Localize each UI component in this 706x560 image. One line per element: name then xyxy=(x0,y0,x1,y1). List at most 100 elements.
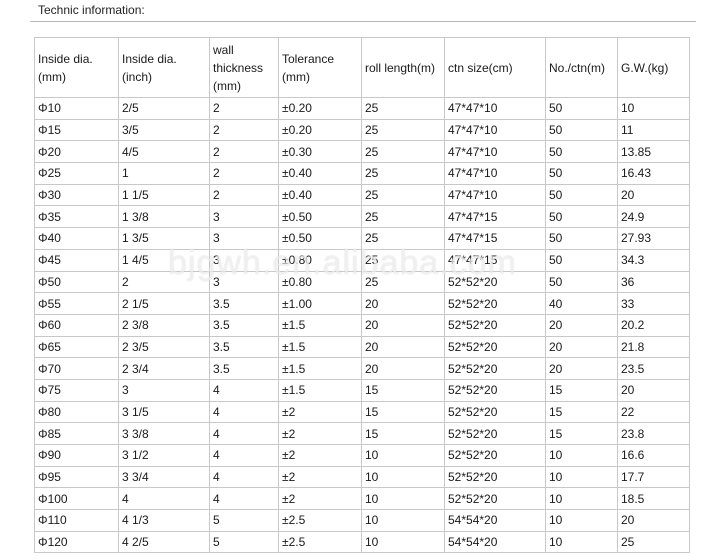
table-row: Φ55 2 1/5 3.5 ±1.00 20 52*52*20 40 33 xyxy=(34,292,690,315)
table-cell: ±2 xyxy=(278,444,362,467)
table-cell: ±0.20 xyxy=(278,118,362,142)
table-cell: 24.9 xyxy=(617,205,690,229)
table-cell: 47*47*10 xyxy=(444,118,546,142)
table-cell: ±0.50 xyxy=(278,227,362,250)
table-cell: 23.5 xyxy=(617,357,690,380)
table-row: Φ65 2 3/5 3.5 ±1.5 20 52*52*20 20 21.8 xyxy=(34,335,690,359)
table-cell: 50 xyxy=(545,140,618,164)
table-cell: 2 xyxy=(209,118,279,142)
table-cell: Φ100 xyxy=(34,487,119,511)
table-cell: Φ75 xyxy=(34,378,119,402)
column-header: wall thickness (mm) xyxy=(209,37,279,98)
table-cell: 25 xyxy=(361,248,445,272)
table-row: Φ30 1 1/5 2 ±0.40 25 47*47*10 50 20 xyxy=(34,183,690,207)
table-cell: 23.8 xyxy=(617,422,690,445)
column-header: Inside dia. (mm) xyxy=(34,37,119,98)
table-row: Φ20 4/5 2 ±0.30 25 47*47*10 50 13.85 xyxy=(34,140,690,164)
table-cell: ±0.40 xyxy=(278,183,362,207)
column-header: ctn size(cm) xyxy=(444,37,546,98)
table-row: Φ50 2 3 ±0.80 25 52*52*20 50 36 xyxy=(34,270,690,294)
table-cell: 3.5 xyxy=(209,335,279,359)
table-cell: 15 xyxy=(361,378,445,402)
table-cell: ±2 xyxy=(278,400,362,424)
table-cell: Φ70 xyxy=(34,357,119,380)
table-cell: 47*47*15 xyxy=(444,227,546,250)
table-body: Inside dia. (mm) Inside dia.(inch) wall thic… xyxy=(34,37,690,554)
table-cell: 20 xyxy=(617,509,690,532)
table-row: Φ45 1 4/5 3 ±0.80 25 47*47*15 50 34.3 xyxy=(34,248,690,272)
table-cell: 4 xyxy=(118,487,210,511)
column-header: G.W.(kg) xyxy=(617,37,690,98)
table-cell: 25 xyxy=(361,162,445,185)
table-cell: Φ60 xyxy=(34,313,119,337)
table-cell: 25 xyxy=(361,118,445,142)
table-row: Φ35 1 3/8 3 ±0.50 25 47*47*15 50 24.9 xyxy=(34,205,690,229)
table-cell: 50 xyxy=(545,227,618,250)
table-cell: 52*52*20 xyxy=(444,313,546,337)
table-cell: 2 3/8 xyxy=(118,313,210,337)
table-cell: 20.2 xyxy=(617,313,690,337)
table-cell: 34.3 xyxy=(617,248,690,272)
table-cell: ±2.5 xyxy=(278,530,362,554)
table-cell: 3 1/2 xyxy=(118,444,210,467)
table-cell: 1 3/5 xyxy=(118,227,210,250)
table-cell: Φ55 xyxy=(34,292,119,315)
table-cell: ±0.50 xyxy=(278,205,362,229)
table-cell: 3 xyxy=(209,227,279,250)
table-cell: 3.5 xyxy=(209,313,279,337)
table-cell: 52*52*20 xyxy=(444,292,546,315)
table-cell: 50 xyxy=(545,270,618,294)
table-cell: 52*52*20 xyxy=(444,465,546,489)
table-cell: 16.6 xyxy=(617,444,690,467)
table-cell: 10 xyxy=(361,530,445,554)
table-cell: 3/5 xyxy=(118,118,210,142)
table-cell: Φ95 xyxy=(34,465,119,489)
table-cell: 47*47*10 xyxy=(444,162,546,185)
table-cell: 10 xyxy=(545,444,618,467)
table-cell: 52*52*20 xyxy=(444,378,546,402)
table-cell: 22 xyxy=(617,400,690,424)
table-cell: 2 xyxy=(209,140,279,164)
table-cell: 10 xyxy=(545,487,618,511)
table-cell: 25 xyxy=(617,530,690,554)
table-cell: Φ85 xyxy=(34,422,119,445)
table-cell: 40 xyxy=(545,292,618,315)
column-header: No./ctn(m) xyxy=(545,37,618,98)
table-cell: 47*47*10 xyxy=(444,140,546,164)
table-cell: Φ15 xyxy=(34,118,119,142)
table-cell: 25 xyxy=(361,97,445,120)
table-cell: 52*52*20 xyxy=(444,487,546,511)
table-cell: 4 xyxy=(209,400,279,424)
table-cell: 10 xyxy=(361,509,445,532)
table-cell: 50 xyxy=(545,183,618,207)
table-cell: 20 xyxy=(361,335,445,359)
table-cell: 11 xyxy=(617,118,690,142)
table-cell: 50 xyxy=(545,97,618,120)
table-cell: 10 xyxy=(545,509,618,532)
table-cell: Φ80 xyxy=(34,400,119,424)
table-cell: 20 xyxy=(361,357,445,380)
table-row: Φ60 2 3/8 3.5 ±1.5 20 52*52*20 20 20.2 xyxy=(34,313,690,337)
section-caption: Technic information: xyxy=(38,3,145,17)
table-cell: 10 xyxy=(361,444,445,467)
table-cell: 5 xyxy=(209,530,279,554)
table-cell: ±0.80 xyxy=(278,248,362,272)
table-cell: 3 3/8 xyxy=(118,422,210,445)
table-cell: 10 xyxy=(361,487,445,511)
table-cell: 52*52*20 xyxy=(444,444,546,467)
table-cell: 4 xyxy=(209,378,279,402)
table-row: Φ25 1 2 ±0.40 25 47*47*10 50 16.43 xyxy=(34,162,690,185)
table-cell: 3 xyxy=(209,248,279,272)
table-cell: Φ65 xyxy=(34,335,119,359)
table-row: Φ75 3 4 ±1.5 15 52*52*20 15 20 xyxy=(34,378,690,402)
table-cell: 20 xyxy=(361,292,445,315)
table-cell: 2 xyxy=(209,183,279,207)
table-cell: 25 xyxy=(361,183,445,207)
table-cell: 13.85 xyxy=(617,140,690,164)
table-cell: Φ40 xyxy=(34,227,119,250)
table-cell: 20 xyxy=(361,313,445,337)
table-cell: 50 xyxy=(545,248,618,272)
table-cell: 10 xyxy=(545,465,618,489)
table-cell: 25 xyxy=(361,140,445,164)
table-cell: 3.5 xyxy=(209,292,279,315)
